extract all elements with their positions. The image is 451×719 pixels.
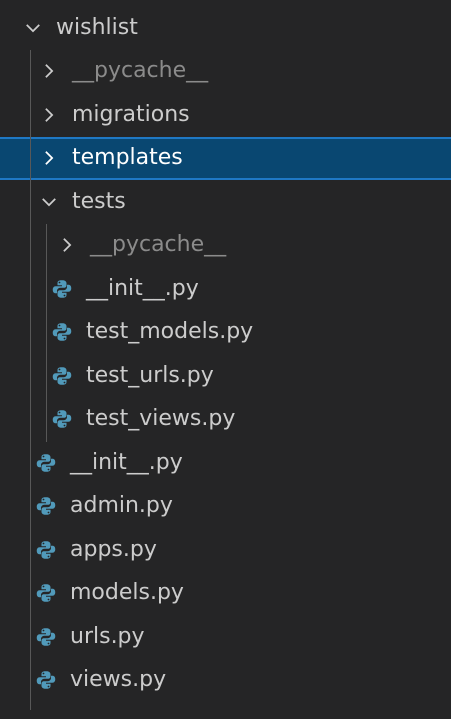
python-file-icon bbox=[36, 670, 56, 690]
folder-label: tests bbox=[72, 188, 126, 214]
file-label: models.py bbox=[70, 580, 184, 606]
python-file-icon bbox=[52, 366, 72, 386]
python-file-icon bbox=[52, 322, 72, 342]
indent-guide bbox=[46, 224, 47, 442]
folder-pycache[interactable]: __pycache__ bbox=[0, 50, 451, 94]
folder-label: __pycache__ bbox=[72, 58, 209, 84]
chevron-down-icon[interactable] bbox=[38, 191, 60, 213]
folder-label: __pycache__ bbox=[90, 232, 227, 258]
chevron-down-icon[interactable] bbox=[22, 17, 44, 39]
folder-tests-pycache[interactable]: __pycache__ bbox=[0, 224, 451, 268]
chevron-right-icon[interactable] bbox=[38, 104, 60, 126]
file-explorer-tree: wishlist __pycache__ migrations template… bbox=[0, 6, 451, 702]
chevron-right-icon[interactable] bbox=[56, 234, 78, 256]
file-urls[interactable]: urls.py bbox=[0, 615, 451, 659]
python-file-icon bbox=[52, 279, 72, 299]
file-label: test_urls.py bbox=[86, 362, 214, 388]
file-views[interactable]: views.py bbox=[0, 659, 451, 703]
file-init[interactable]: __init__.py bbox=[0, 441, 451, 485]
python-file-icon bbox=[36, 453, 56, 473]
file-apps[interactable]: apps.py bbox=[0, 528, 451, 572]
file-test-views[interactable]: test_views.py bbox=[0, 398, 451, 442]
file-label: test_views.py bbox=[86, 406, 236, 432]
indent-guide bbox=[30, 50, 31, 710]
file-label: admin.py bbox=[70, 493, 173, 519]
folder-label: migrations bbox=[72, 101, 190, 127]
file-models[interactable]: models.py bbox=[0, 572, 451, 616]
file-label: test_models.py bbox=[86, 319, 254, 345]
file-test-models[interactable]: test_models.py bbox=[0, 311, 451, 355]
file-label: views.py bbox=[70, 667, 167, 693]
file-admin[interactable]: admin.py bbox=[0, 485, 451, 529]
folder-label: templates bbox=[72, 145, 183, 171]
file-label: apps.py bbox=[70, 536, 157, 562]
folder-tests[interactable]: tests bbox=[0, 180, 451, 224]
folder-migrations[interactable]: migrations bbox=[0, 93, 451, 137]
folder-label: wishlist bbox=[56, 14, 138, 40]
python-file-icon bbox=[52, 409, 72, 429]
python-file-icon bbox=[36, 496, 56, 516]
file-test-urls[interactable]: test_urls.py bbox=[0, 354, 451, 398]
python-file-icon bbox=[36, 583, 56, 603]
file-label: __init__.py bbox=[70, 449, 183, 475]
file-label: __init__.py bbox=[86, 275, 199, 301]
folder-wishlist[interactable]: wishlist bbox=[0, 6, 451, 50]
file-label: urls.py bbox=[70, 623, 145, 649]
chevron-right-icon[interactable] bbox=[38, 60, 60, 82]
file-tests-init[interactable]: __init__.py bbox=[0, 267, 451, 311]
folder-templates[interactable]: templates bbox=[0, 136, 451, 180]
chevron-right-icon[interactable] bbox=[38, 147, 60, 169]
python-file-icon bbox=[36, 627, 56, 647]
python-file-icon bbox=[36, 540, 56, 560]
